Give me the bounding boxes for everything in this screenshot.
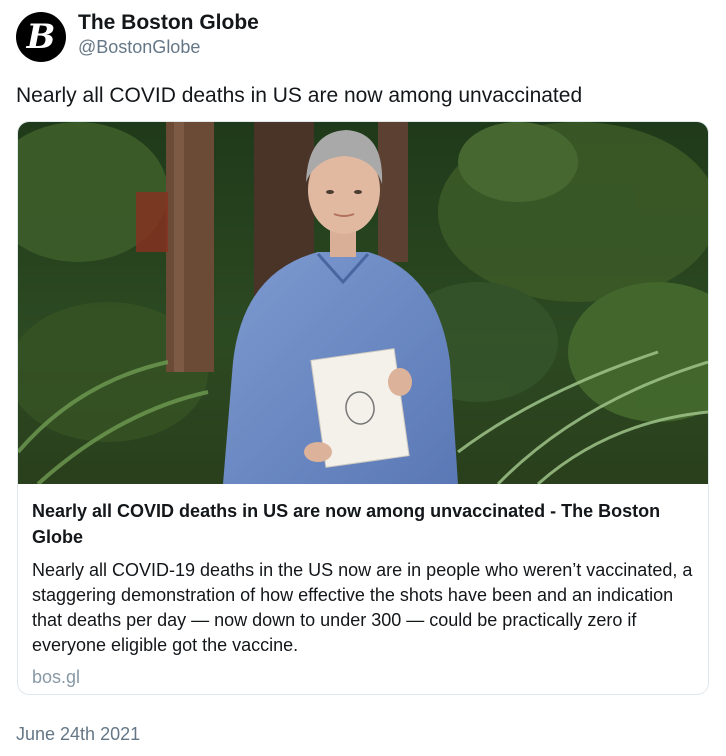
card-body: Nearly all COVID deaths in US are now am… (32, 498, 694, 689)
tweet-header: B The Boston Globe @BostonGlobe (16, 10, 259, 62)
card-domain[interactable]: bos.gl (32, 665, 694, 689)
avatar[interactable]: B (16, 12, 66, 62)
user-handle[interactable]: @BostonGlobe (78, 36, 259, 58)
tweet-text: Nearly all COVID deaths in US are now am… (16, 84, 583, 107)
card-description: Nearly all COVID-19 deaths in the US now… (32, 560, 693, 655)
display-name[interactable]: The Boston Globe (78, 10, 259, 36)
card-image[interactable] (18, 122, 708, 484)
tweet-date[interactable]: June 24th 2021 (16, 724, 140, 745)
link-card[interactable]: Nearly all COVID deaths in US are now am… (17, 121, 709, 695)
author-block: The Boston Globe @BostonGlobe (78, 10, 259, 58)
card-title[interactable]: Nearly all COVID deaths in US are now am… (32, 498, 694, 550)
